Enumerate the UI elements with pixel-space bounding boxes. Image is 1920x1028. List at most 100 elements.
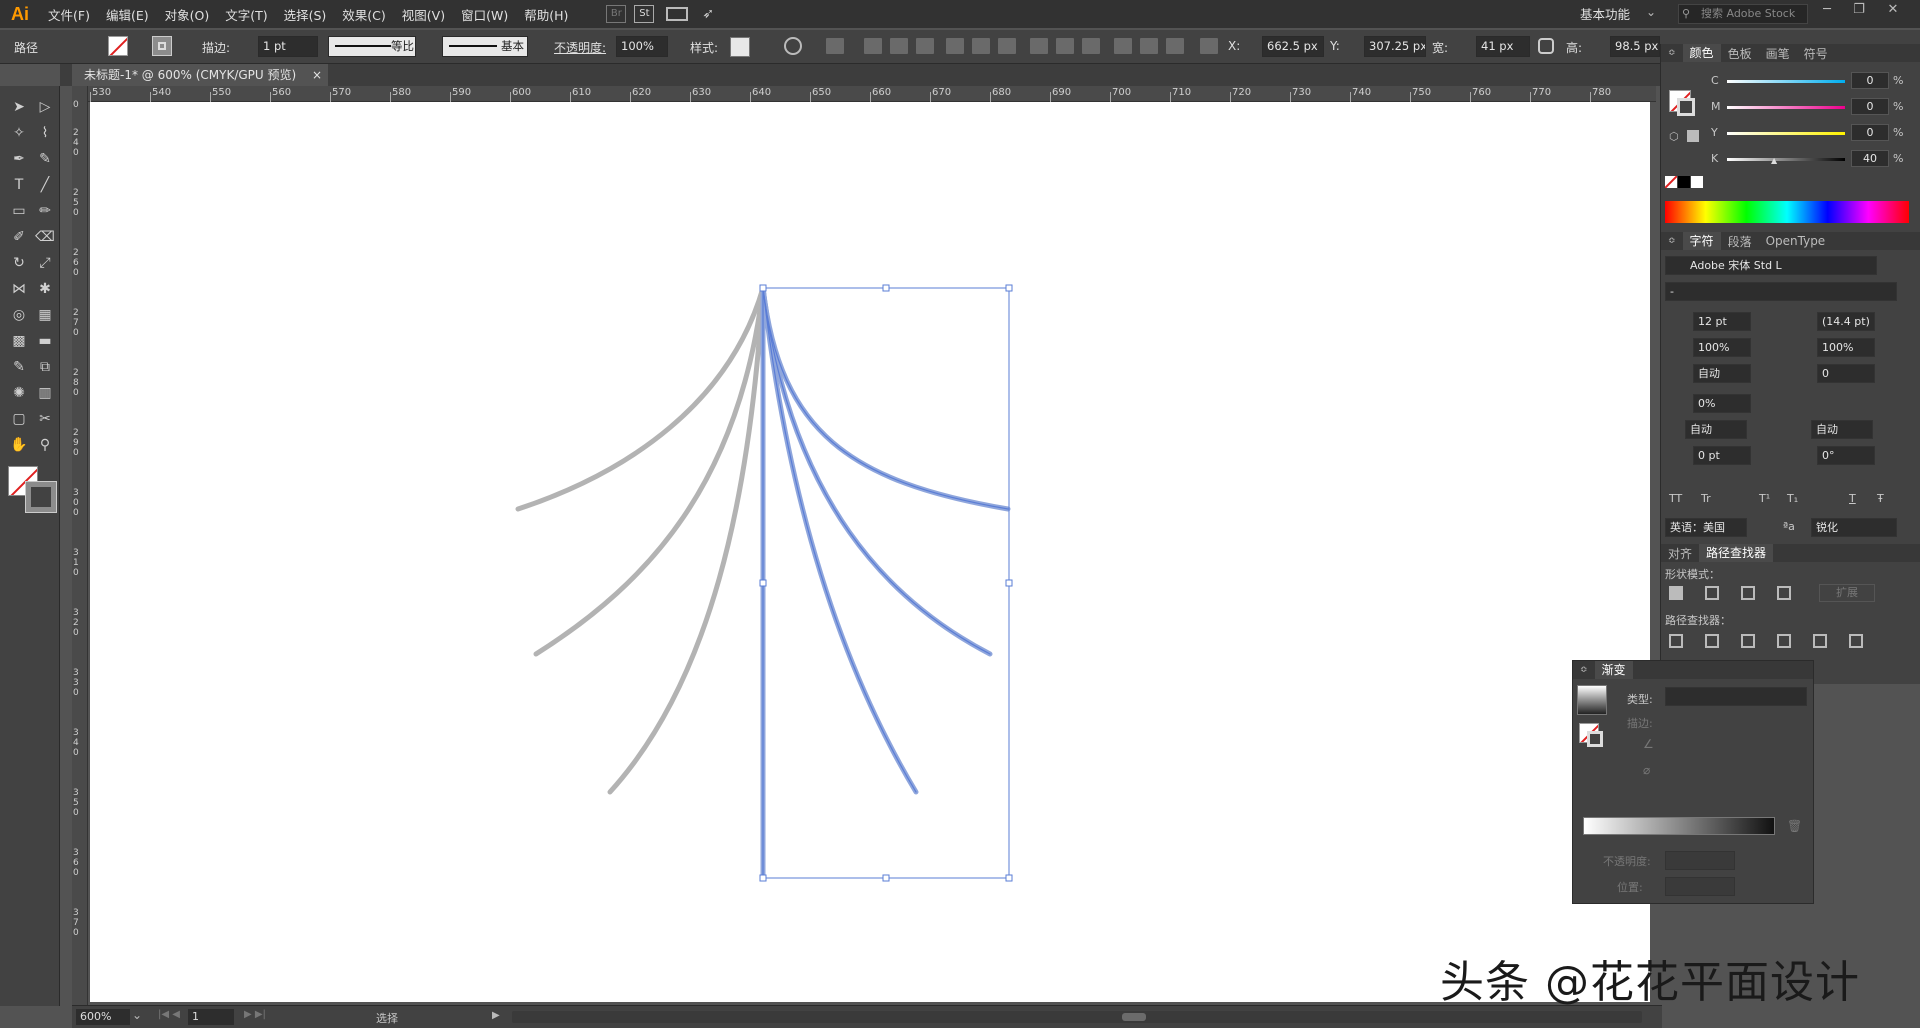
subscript-button[interactable]: T₁ bbox=[1787, 492, 1798, 505]
channel-c-value[interactable]: 0 bbox=[1851, 72, 1889, 89]
channel-k-slider[interactable] bbox=[1727, 158, 1845, 161]
handle-bottom-right[interactable] bbox=[1005, 874, 1013, 882]
tsume-field[interactable]: 0% bbox=[1693, 394, 1751, 413]
exclude-icon[interactable] bbox=[1777, 586, 1791, 600]
maximize-button[interactable]: ❐ bbox=[1846, 2, 1872, 22]
collapse-icon[interactable]: ≎ bbox=[1661, 236, 1683, 246]
selection-tool-icon[interactable]: ➤ bbox=[8, 96, 30, 118]
stock-button[interactable]: St bbox=[634, 5, 655, 23]
baseline-shift-field[interactable]: 0 pt bbox=[1693, 446, 1751, 465]
vertical-ruler[interactable]: 0 2 4 0 2 5 0 2 6 0 2 7 0 2 8 0 2 9 0 3 0 0 3 1 … bbox=[72, 86, 88, 1008]
adobe-stock-search[interactable]: 搜索 Adobe Stock bbox=[1678, 4, 1808, 24]
height-field[interactable]: 98.5 px bbox=[1610, 36, 1660, 57]
tab-align[interactable]: 对齐 bbox=[1661, 545, 1699, 562]
stroke-swatch[interactable] bbox=[152, 36, 172, 56]
aki-left-field[interactable]: 自动 bbox=[1685, 420, 1747, 439]
reference-point-icon[interactable] bbox=[1200, 38, 1218, 54]
magic-wand-tool-icon[interactable]: ✧ bbox=[8, 122, 30, 144]
slice-tool-icon[interactable]: ✂ bbox=[34, 408, 56, 430]
minus-back-icon[interactable] bbox=[1849, 634, 1863, 648]
font-family-field[interactable]: Adobe 宋体 Std L bbox=[1665, 256, 1877, 275]
scale-tool-icon[interactable]: ⤢ bbox=[34, 252, 56, 274]
antialias-field[interactable]: 锐化 bbox=[1811, 518, 1897, 537]
leading-field[interactable]: (14.4 pt) bbox=[1817, 312, 1875, 331]
language-field[interactable]: 英语：美国 bbox=[1665, 518, 1747, 537]
channel-y-slider[interactable] bbox=[1727, 132, 1845, 135]
distribute-top-icon[interactable] bbox=[1030, 38, 1048, 54]
channel-m-slider[interactable] bbox=[1727, 106, 1845, 109]
artboard[interactable] bbox=[90, 102, 1650, 1002]
transform-icon[interactable] bbox=[826, 38, 844, 54]
arrange-documents-icon[interactable] bbox=[666, 7, 689, 21]
tab-paragraph[interactable]: 段落 bbox=[1721, 233, 1759, 250]
gradient-position-field[interactable] bbox=[1665, 877, 1735, 896]
distribute-hcenter-icon[interactable] bbox=[1140, 38, 1158, 54]
first-artboard-icon[interactable]: |◀ ◀ bbox=[158, 1009, 180, 1020]
tab-opentype[interactable]: OpenType bbox=[1759, 234, 1833, 248]
document-tab[interactable]: 未标题-1* @ 600% (CMYK/GPU 预览) × bbox=[72, 64, 328, 86]
mesh-tool-icon[interactable]: ▩ bbox=[8, 330, 30, 352]
tab-symbols[interactable]: 符号 bbox=[1797, 45, 1835, 62]
menu-type[interactable]: 文字(T) bbox=[217, 5, 275, 24]
web-color-swatch[interactable] bbox=[1687, 130, 1699, 142]
rotate-tool-icon[interactable]: ↻ bbox=[8, 252, 30, 274]
align-right-icon[interactable] bbox=[916, 38, 934, 54]
next-artboard-icon[interactable]: ▶ ▶| bbox=[244, 1009, 266, 1020]
underline-button[interactable]: T bbox=[1849, 492, 1856, 505]
menu-file[interactable]: 文件(F) bbox=[40, 5, 98, 24]
delete-stop-icon[interactable]: 🗑 bbox=[1787, 819, 1802, 833]
menu-view[interactable]: 视图(V) bbox=[394, 5, 453, 24]
direct-selection-tool-icon[interactable]: ▷ bbox=[34, 96, 56, 118]
menu-object[interactable]: 对象(O) bbox=[157, 5, 218, 24]
all-caps-button[interactable]: TT bbox=[1669, 492, 1682, 505]
paintbrush-tool-icon[interactable]: ✏ bbox=[34, 200, 56, 222]
bounding-box-handles[interactable] bbox=[759, 284, 1013, 882]
zoom-field[interactable]: 600% bbox=[76, 1009, 130, 1025]
align-left-icon[interactable] bbox=[864, 38, 882, 54]
artwork-svg[interactable] bbox=[90, 102, 1650, 1002]
gray-stems[interactable] bbox=[515, 285, 766, 795]
align-vcenter-icon[interactable] bbox=[972, 38, 990, 54]
blend-tool-icon[interactable]: ⧉ bbox=[34, 356, 56, 378]
fill-swatch[interactable] bbox=[108, 36, 128, 56]
divide-icon[interactable] bbox=[1669, 634, 1683, 648]
none-swatch[interactable] bbox=[1665, 176, 1677, 188]
collapse-icon[interactable]: ≎ bbox=[1661, 48, 1683, 58]
handle-middle-left[interactable] bbox=[759, 579, 767, 587]
channel-y-value[interactable]: 0 bbox=[1851, 124, 1889, 141]
zoom-tool-icon[interactable]: ⚲ bbox=[34, 434, 56, 456]
handle-bottom-center[interactable] bbox=[882, 874, 890, 882]
close-tab-icon[interactable]: × bbox=[312, 64, 322, 86]
align-top-icon[interactable] bbox=[946, 38, 964, 54]
opacity-label[interactable]: 不透明度: bbox=[554, 39, 606, 56]
stroke-color-box[interactable] bbox=[25, 481, 57, 513]
curvature-tool-icon[interactable]: ✎ bbox=[34, 148, 56, 170]
shaper-tool-icon[interactable]: ✐ bbox=[8, 226, 30, 248]
tab-color[interactable]: 颜色 bbox=[1682, 44, 1721, 62]
gradient-stroke-box[interactable] bbox=[1587, 731, 1603, 747]
horizontal-scale-field[interactable]: 100% bbox=[1817, 338, 1875, 357]
gray-curve-outer[interactable] bbox=[515, 285, 766, 512]
distribute-right-icon[interactable] bbox=[1166, 38, 1184, 54]
handle-middle-right[interactable] bbox=[1005, 579, 1013, 587]
eraser-tool-icon[interactable]: ⌫ bbox=[34, 226, 56, 248]
zoom-dropdown-icon[interactable]: ⌄ bbox=[132, 1008, 142, 1022]
horizontal-ruler[interactable]: 530 540 550 560 570 580 590 600 610 620 630 640 650 6… bbox=[76, 86, 1656, 102]
workspace-switcher[interactable]: 基本功能 bbox=[1580, 4, 1630, 23]
kerning-field[interactable]: 自动 bbox=[1693, 364, 1751, 383]
variable-width-profile[interactable]: 等比 bbox=[328, 36, 416, 57]
channel-k-value[interactable]: 40 bbox=[1851, 150, 1889, 167]
tracking-field[interactable]: 0 bbox=[1817, 364, 1875, 383]
outline-icon[interactable] bbox=[1813, 634, 1827, 648]
menu-edit[interactable]: 编辑(E) bbox=[98, 5, 157, 24]
workspace-chevron-icon[interactable]: ⌄ bbox=[1646, 5, 1656, 19]
font-size-field[interactable]: 12 pt bbox=[1693, 312, 1751, 331]
brush-definition[interactable]: 基本 bbox=[442, 36, 528, 57]
menu-select[interactable]: 选择(S) bbox=[276, 5, 335, 24]
distribute-vcenter-icon[interactable] bbox=[1056, 38, 1074, 54]
close-window-button[interactable]: ✕ bbox=[1880, 2, 1906, 22]
type-tool-icon[interactable]: T bbox=[8, 174, 30, 196]
menu-effect[interactable]: 效果(C) bbox=[334, 5, 393, 24]
black-swatch[interactable] bbox=[1678, 176, 1690, 188]
line-tool-icon[interactable]: ╱ bbox=[34, 174, 56, 196]
